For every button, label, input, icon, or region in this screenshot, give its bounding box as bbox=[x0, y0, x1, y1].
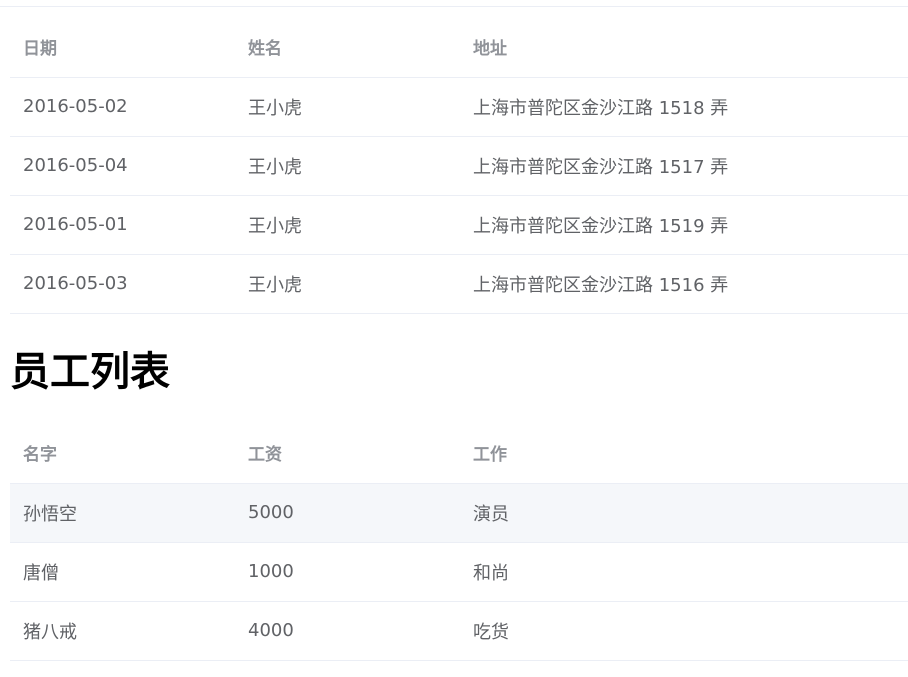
column-header-salary[interactable]: 工资 bbox=[235, 423, 460, 484]
cell-address: 上海市普陀区金沙江路 1518 弄 bbox=[460, 77, 908, 137]
column-header-address[interactable]: 地址 bbox=[460, 17, 908, 78]
table-row-hovered[interactable]: 孙悟空 5000 演员 bbox=[10, 483, 908, 543]
cell-staff-name: 唐僧 bbox=[10, 542, 235, 602]
cell-address: 上海市普陀区金沙江路 1516 弄 bbox=[460, 254, 908, 314]
top-divider bbox=[0, 6, 908, 7]
cell-staff-name: 孙悟空 bbox=[10, 483, 235, 543]
cell-name: 王小虎 bbox=[235, 136, 460, 196]
cell-address: 上海市普陀区金沙江路 1519 弄 bbox=[460, 195, 908, 255]
cell-salary: 5000 bbox=[235, 483, 460, 543]
cell-date: 2016-05-04 bbox=[10, 136, 235, 196]
cell-job: 演员 bbox=[460, 483, 908, 543]
page: 日期 姓名 地址 2016-05-02 王小虎 上海市普陀区金沙江路 1518 … bbox=[0, 0, 908, 677]
column-header-job[interactable]: 工作 bbox=[460, 423, 908, 484]
staff-table-header-row: 名字 工资 工作 bbox=[10, 423, 908, 484]
column-header-name[interactable]: 姓名 bbox=[235, 17, 460, 78]
orders-table: 日期 姓名 地址 2016-05-02 王小虎 上海市普陀区金沙江路 1518 … bbox=[10, 17, 908, 314]
cell-salary: 4000 bbox=[235, 601, 460, 661]
cell-staff-name: 猪八戒 bbox=[10, 601, 235, 661]
cell-name: 王小虎 bbox=[235, 77, 460, 137]
column-header-date[interactable]: 日期 bbox=[10, 17, 235, 78]
staff-table: 名字 工资 工作 孙悟空 5000 演员 唐僧 1000 和尚 猪八戒 4000… bbox=[10, 423, 908, 661]
column-header-staff-name[interactable]: 名字 bbox=[10, 423, 235, 484]
cell-salary: 1000 bbox=[235, 542, 460, 602]
cell-date: 2016-05-02 bbox=[10, 77, 235, 137]
table-row[interactable]: 猪八戒 4000 吃货 bbox=[10, 601, 908, 661]
table-row[interactable]: 2016-05-03 王小虎 上海市普陀区金沙江路 1516 弄 bbox=[10, 254, 908, 314]
cell-date: 2016-05-01 bbox=[10, 195, 235, 255]
cell-address: 上海市普陀区金沙江路 1517 弄 bbox=[460, 136, 908, 196]
table-row[interactable]: 2016-05-02 王小虎 上海市普陀区金沙江路 1518 弄 bbox=[10, 77, 908, 137]
table-row[interactable]: 2016-05-04 王小虎 上海市普陀区金沙江路 1517 弄 bbox=[10, 136, 908, 196]
cell-name: 王小虎 bbox=[235, 195, 460, 255]
cell-date: 2016-05-03 bbox=[10, 254, 235, 314]
table-row[interactable]: 唐僧 1000 和尚 bbox=[10, 542, 908, 602]
section-title-staff-list: 员工列表 bbox=[10, 349, 170, 395]
cell-job: 和尚 bbox=[460, 542, 908, 602]
cell-name: 王小虎 bbox=[235, 254, 460, 314]
cell-job: 吃货 bbox=[460, 601, 908, 661]
table-row[interactable]: 2016-05-01 王小虎 上海市普陀区金沙江路 1519 弄 bbox=[10, 195, 908, 255]
orders-table-header-row: 日期 姓名 地址 bbox=[10, 17, 908, 78]
